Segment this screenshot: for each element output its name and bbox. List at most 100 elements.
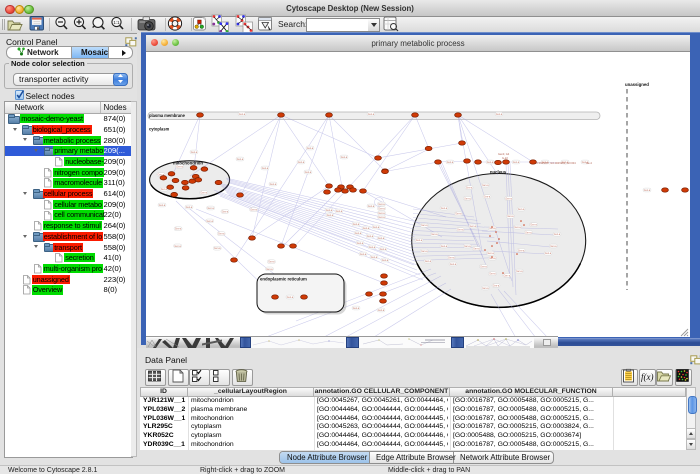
svg-text:Ge-4: Ge-4	[586, 161, 592, 165]
svg-text:Gen-a: Gen-a	[270, 184, 277, 186]
svg-text:Gen-a: Gen-a	[496, 114, 503, 116]
svg-text:Gen-a: Gen-a	[441, 208, 448, 210]
svg-text:Gen-a: Gen-a	[369, 247, 376, 249]
svg-text:Gen-a: Gen-a	[368, 206, 375, 208]
svg-text:Gen-a: Gen-a	[360, 254, 367, 256]
svg-text:Gen-a: Gen-a	[455, 214, 462, 216]
svg-text:Gen-a: Gen-a	[159, 205, 166, 207]
svg-text:Gen-a: Gen-a	[441, 246, 448, 248]
svg-text:Gen-a: Gen-a	[222, 211, 229, 213]
svg-text:Gen-a: Gen-a	[516, 271, 523, 273]
svg-text:Gen-a: Gen-a	[353, 308, 360, 310]
svg-text:Gen-a: Gen-a	[268, 262, 275, 264]
svg-text:Gen-a: Gen-a	[367, 236, 374, 238]
svg-text:Gen3, G4: Gen3, G4	[498, 152, 510, 156]
svg-text:Gen-a: Gen-a	[505, 198, 512, 200]
svg-text:Gen-a: Gen-a	[357, 243, 364, 245]
svg-text:Gen-a: Gen-a	[473, 249, 480, 251]
svg-text:Gen-a: Gen-a	[489, 274, 496, 276]
svg-text:Gen-a: Gen-a	[174, 246, 181, 248]
svg-text:Gen-a: Gen-a	[421, 251, 428, 253]
svg-text:Gen-a: Gen-a	[207, 221, 214, 223]
svg-text:Gen-a: Gen-a	[513, 162, 520, 164]
svg-text:Gen-a: Gen-a	[482, 288, 489, 290]
svg-text:Gen-a: Gen-a	[186, 207, 193, 209]
svg-text:Gen-a: Gen-a	[368, 114, 375, 116]
svg-text:Gen-a: Gen-a	[237, 159, 244, 161]
svg-text:Gen-a: Gen-a	[464, 246, 471, 248]
svg-text:Gen-a: Gen-a	[550, 246, 557, 248]
svg-text:Gen-a: Gen-a	[493, 285, 500, 287]
svg-text:Gen-a: Gen-a	[530, 225, 537, 227]
svg-text:Gen-a: Gen-a	[378, 310, 385, 312]
svg-text:Gen-a: Gen-a	[554, 234, 561, 236]
svg-text:Gen-a: Gen-a	[378, 217, 385, 219]
svg-text:Gen-a: Gen-a	[482, 185, 489, 187]
svg-text:Gen-a: Gen-a	[307, 148, 314, 150]
svg-text:Gen-a: Gen-a	[504, 275, 511, 277]
svg-text:Gen-a: Gen-a	[470, 226, 477, 228]
svg-text:Gen-a: Gen-a	[298, 162, 305, 164]
svg-text:Gen-a: Gen-a	[373, 227, 380, 229]
svg-text:Gen-a: Gen-a	[450, 264, 457, 266]
svg-text:Gen-a: Gen-a	[266, 269, 273, 271]
svg-text:Gen-a: Gen-a	[466, 188, 473, 190]
svg-text:Gen-a: Gen-a	[287, 297, 294, 299]
svg-text:Gen-a: Gen-a	[191, 152, 198, 154]
svg-text:Gen-a: Gen-a	[380, 249, 387, 251]
svg-text:Gen-a: Gen-a	[525, 232, 532, 234]
svg-text:Gen-a: Gen-a	[201, 193, 208, 195]
svg-text:G-22: G-22	[502, 156, 508, 160]
svg-text:Gen-a: Gen-a	[341, 157, 348, 159]
svg-text:Gen-a: Gen-a	[421, 225, 428, 227]
svg-text:Gen-a: Gen-a	[214, 248, 221, 250]
svg-text:Gen-a: Gen-a	[480, 266, 487, 268]
svg-text:Gen-a: Gen-a	[207, 208, 214, 210]
svg-text:cytoplasm: cytoplasm	[149, 127, 170, 132]
svg-text:Gen-a: Gen-a	[644, 190, 651, 192]
svg-text:endoplasmic reticulum: endoplasmic reticulum	[260, 277, 307, 282]
svg-text:Gen-a: Gen-a	[489, 258, 496, 260]
svg-text:Gen-a: Gen-a	[378, 208, 385, 210]
svg-text:Gen-a: Gen-a	[176, 166, 183, 168]
svg-text:Gen-a: Gen-a	[518, 250, 525, 252]
svg-text:Gen-a: Gen-a	[378, 204, 385, 206]
svg-text:Gen-a: Gen-a	[416, 240, 423, 242]
svg-text:Gen-a: Gen-a	[218, 234, 225, 236]
svg-text:Gen-a: Gen-a	[447, 162, 454, 164]
svg-text:Gen-a: Gen-a	[378, 213, 385, 215]
svg-text:Gen-a: Gen-a	[487, 162, 494, 164]
svg-text:Gen-a: Gen-a	[464, 198, 471, 200]
svg-text:Gen-a: Gen-a	[545, 253, 552, 255]
svg-text:Gen-a: Gen-a	[489, 228, 496, 230]
svg-text:Gen-a: Gen-a	[484, 197, 491, 199]
svg-text:Gen-a: Gen-a	[355, 233, 362, 235]
svg-text:Gen-a: Gen-a	[262, 168, 269, 170]
svg-text:GO:0045267, GO:0045261, GO:004: GO:0045267, GO:0045261, GO:004	[534, 161, 576, 165]
svg-text:unassigned: unassigned	[625, 82, 649, 87]
svg-text:Gen-a: Gen-a	[371, 257, 378, 259]
svg-text:Gen-a: Gen-a	[431, 234, 438, 236]
svg-text:Gen-a: Gen-a	[161, 189, 168, 191]
svg-text:Gen-a: Gen-a	[305, 172, 312, 174]
svg-text:Gen-a: Gen-a	[457, 230, 464, 232]
svg-text:Gen-a: Gen-a	[175, 229, 182, 231]
svg-text:Gen-a: Gen-a	[378, 238, 385, 240]
svg-text:Gen-a: Gen-a	[250, 209, 257, 211]
svg-text:Gen-a: Gen-a	[326, 210, 333, 212]
svg-text:Gen-a: Gen-a	[363, 228, 370, 230]
svg-text:Gen-a: Gen-a	[336, 211, 343, 213]
svg-text:Gen-a: Gen-a	[327, 215, 334, 217]
svg-text:Gen-a: Gen-a	[239, 114, 246, 116]
svg-text:plasma membrane: plasma membrane	[149, 113, 186, 118]
svg-text:f(x): f(x)	[641, 372, 654, 382]
svg-text:Gen-a: Gen-a	[507, 216, 514, 218]
svg-text:Gen-a: Gen-a	[448, 257, 455, 259]
svg-text:Gen-a: Gen-a	[425, 261, 432, 263]
svg-text:Gen-a: Gen-a	[353, 224, 360, 226]
svg-text:nucleus: nucleus	[490, 170, 507, 175]
svg-text:Gen-a: Gen-a	[382, 260, 389, 262]
svg-text:Gen-a: Gen-a	[518, 209, 525, 211]
svg-text:Gen-a: Gen-a	[487, 253, 494, 255]
svg-text:1:1: 1:1	[113, 20, 120, 25]
